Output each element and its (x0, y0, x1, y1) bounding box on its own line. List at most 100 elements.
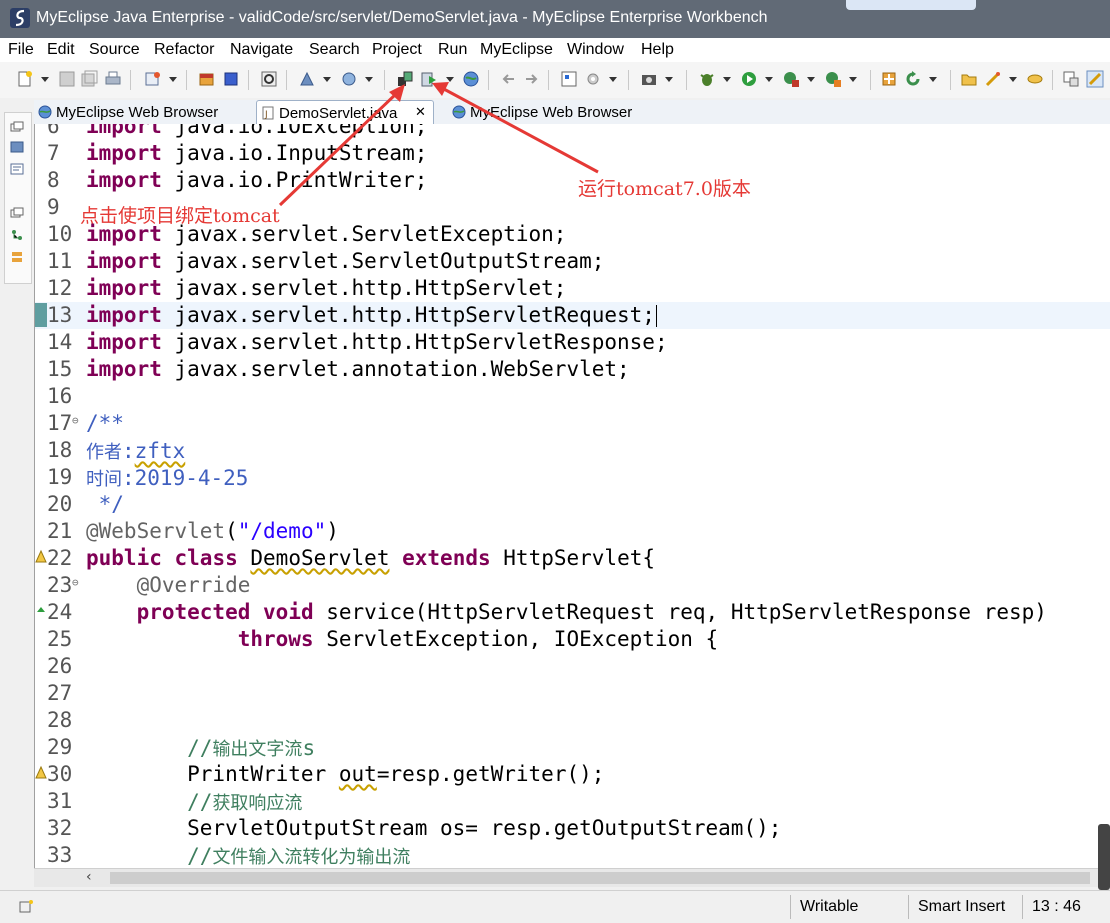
new-icon[interactable] (16, 70, 34, 88)
tab-demoservlet-java[interactable]: J DemoServlet.java ✕ (256, 100, 434, 125)
code-text: 时间:2019-4-25 (86, 466, 249, 490)
scroll-left-icon[interactable]: ‹ (86, 869, 92, 885)
override-marker-icon[interactable] (35, 603, 47, 617)
globe-icon (452, 105, 466, 119)
web-browser-icon[interactable] (462, 70, 480, 88)
code-text: PrintWriter out=resp.getWriter(); (86, 762, 605, 786)
code-line: 32 ServletOutputStream os= resp.getOutpu… (47, 816, 782, 840)
annotation-bind-tomcat: 点击使项目绑定tomcat (80, 205, 280, 227)
menu-myeclipse[interactable]: MyEclipse (480, 41, 553, 59)
warning-marker-icon[interactable] (35, 765, 47, 779)
open-type-icon[interactable] (260, 70, 278, 88)
deploy-icon[interactable] (298, 70, 316, 88)
manage-deployments-icon[interactable] (396, 70, 414, 88)
coverage-icon[interactable] (782, 70, 800, 88)
java-file-icon: J (262, 106, 274, 120)
code-text: @Override (136, 573, 251, 597)
hierarchy-view-icon[interactable] (10, 229, 24, 241)
warning-marker-icon[interactable] (35, 549, 47, 563)
main-toolbar (0, 62, 1110, 98)
code-text: //文件输入流转化为输出流 (86, 844, 411, 868)
new-server-icon[interactable] (880, 70, 898, 88)
link-icon[interactable] (1026, 70, 1044, 88)
restore-icon[interactable] (10, 121, 24, 133)
status-writable: Writable (800, 898, 859, 915)
menu-search[interactable]: Search (309, 41, 360, 59)
status-cursor-position: 13 : 46 (1032, 898, 1081, 915)
perspective-icon[interactable] (1062, 70, 1080, 88)
code-text: import javax.servlet.http.HttpServlet; (86, 276, 567, 300)
servers-view-icon[interactable] (10, 251, 24, 263)
close-tab-icon[interactable]: ✕ (415, 104, 426, 120)
open-folder-icon[interactable] (960, 70, 978, 88)
code-text: import java.io.PrintWriter; (86, 168, 428, 192)
code-line: 6 import java.io.IOException; (35, 124, 1110, 140)
code-editor[interactable]: 6 import java.io.IOException; 7 import jav… (34, 124, 1110, 870)
menu-bar: File Edit Source Refactor Navigate Searc… (0, 38, 1110, 62)
fast-view-icon[interactable] (18, 899, 34, 915)
scroll-thumb[interactable] (110, 872, 1090, 884)
menu-run[interactable]: Run (438, 41, 467, 59)
fold-toggle-icon[interactable]: ⊖ (72, 414, 79, 427)
window-title: MyEclipse Java Enterprise - validCode/sr… (36, 9, 768, 26)
external-tools-icon[interactable] (824, 70, 842, 88)
code-line: 31 //获取响应流 (47, 789, 303, 814)
code-line: 18 作者:zftx (47, 438, 186, 463)
code-text: /** (86, 411, 124, 435)
menu-help[interactable]: Help (641, 41, 674, 59)
code-text: //输出文字流s (86, 736, 316, 760)
debug-icon[interactable] (698, 70, 716, 88)
code-text: import javax.servlet.ServletOutputStream… (86, 249, 605, 273)
menu-navigate[interactable]: Navigate (230, 41, 293, 59)
run-server-icon[interactable] (420, 70, 438, 88)
code-line: 17 ⊖/** (47, 411, 124, 435)
code-text: */ (86, 492, 124, 516)
restore-icon[interactable] (10, 207, 24, 219)
tab-web-browser-1[interactable]: MyEclipse Web Browser (34, 100, 254, 124)
status-bar: Writable Smart Insert 13 : 46 (0, 890, 1110, 923)
status-insert-mode: Smart Insert (918, 898, 1006, 915)
package-explorer-icon[interactable] (10, 141, 24, 153)
code-text: throws ServletException, IOException { (237, 627, 719, 651)
code-line: 27 (47, 681, 73, 705)
back-icon[interactable] (500, 70, 518, 88)
menu-file[interactable]: File (8, 41, 34, 59)
myeclipse-logo-icon (10, 8, 30, 28)
run-icon[interactable] (740, 70, 758, 88)
tab-web-browser-2[interactable]: MyEclipse Web Browser (448, 100, 688, 124)
horizontal-scrollbar[interactable]: ‹ (34, 868, 1100, 887)
save-icon[interactable] (58, 70, 76, 88)
class-icon[interactable] (222, 70, 240, 88)
code-line: 20 */ (47, 492, 124, 516)
menu-window[interactable]: Window (567, 41, 624, 59)
code-line: 22 public class DemoServlet extends HttpS… (35, 545, 1110, 572)
java-perspective-icon[interactable] (1086, 70, 1104, 88)
menu-edit[interactable]: Edit (47, 41, 75, 59)
wand-icon[interactable] (984, 70, 1002, 88)
code-text: import java.io.InputStream; (86, 141, 428, 165)
menu-refactor[interactable]: Refactor (154, 41, 214, 59)
code-line: 23 ⊖ @Override (47, 573, 251, 597)
code-line: 24 protected void service(HttpServletReq… (35, 599, 1110, 626)
menu-source[interactable]: Source (89, 41, 140, 59)
save-all-icon[interactable] (80, 70, 98, 88)
code-line: 7 import java.io.InputStream; (47, 141, 428, 165)
editor-tab-bar: MyEclipse Web Browser J DemoServlet.java… (34, 100, 1110, 125)
package-icon[interactable] (198, 70, 216, 88)
print-icon[interactable] (104, 70, 122, 88)
refresh-icon[interactable] (904, 70, 922, 88)
code-text: protected void service(HttpServletReques… (136, 600, 1047, 624)
hierarchy-icon[interactable] (560, 70, 578, 88)
run-configuration-icon[interactable] (340, 70, 358, 88)
menu-project[interactable]: Project (372, 41, 422, 59)
new-wizard-icon[interactable] (144, 70, 162, 88)
forward-icon[interactable] (522, 70, 540, 88)
outline-icon[interactable] (10, 163, 24, 175)
tab-label: MyEclipse Web Browser (56, 104, 219, 121)
code-text: import javax.servlet.annotation.WebServl… (86, 357, 630, 381)
settings-icon[interactable] (584, 70, 602, 88)
code-line: 8 import java.io.PrintWriter; (47, 168, 428, 192)
vertical-scrollbar[interactable] (1098, 824, 1110, 890)
fold-toggle-icon[interactable]: ⊖ (72, 576, 79, 589)
screenshot-icon[interactable] (640, 70, 658, 88)
